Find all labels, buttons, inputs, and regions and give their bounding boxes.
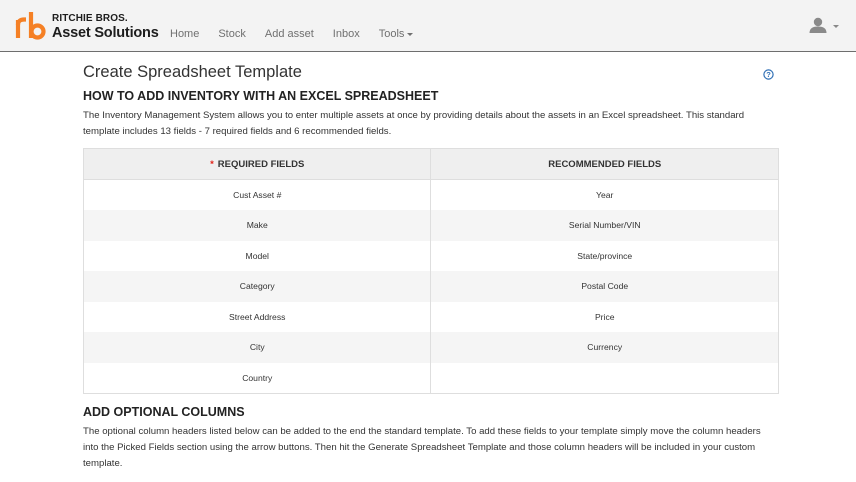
required-field-cell: Model (82, 240, 432, 271)
svg-text:?: ? (766, 70, 771, 79)
recommended-field-cell: Year (430, 179, 779, 210)
recommended-field-cell: Serial Number/VIN (430, 210, 779, 241)
recommended-fields-header: RECOMMENDED FIELDS (430, 148, 779, 180)
how-to-description: The Inventory Management System allows y… (83, 110, 745, 137)
optional-columns-heading: ADD OPTIONAL COLUMNS (83, 405, 245, 419)
recommended-field-cell: Postal Code (430, 271, 779, 302)
required-field-cell: Category (82, 271, 432, 302)
brand-name-line1: RITCHIE BROS. (52, 13, 128, 24)
optional-columns-description: The optional column headers listed below… (83, 426, 761, 469)
required-field-cell: Make (82, 210, 432, 241)
table-row: Cust Asset # Year (82, 179, 779, 210)
recommended-field-cell: Price (430, 301, 779, 332)
chevron-down-icon (407, 32, 414, 36)
user-icon (809, 17, 827, 33)
required-asterisk: * (210, 158, 214, 170)
user-menu-dropdown[interactable] (809, 17, 839, 33)
table-row: Make Serial Number/VIN (82, 210, 779, 241)
table-row: Country (82, 362, 779, 393)
nav-tools-dropdown[interactable]: Tools (379, 28, 414, 40)
rb-logo-icon (15, 12, 46, 40)
nav-stock[interactable]: Stock (218, 28, 246, 40)
recommended-field-cell: Currency (430, 332, 779, 363)
required-field-cell: Cust Asset # (82, 179, 432, 210)
question-circle-icon[interactable]: ? (763, 69, 774, 80)
required-fields-header-label: REQUIRED FIELDS (217, 158, 305, 170)
table-row: Model State/province (82, 240, 779, 271)
required-field-cell: City (82, 332, 432, 363)
chevron-down-icon (833, 24, 839, 28)
nav-home[interactable]: Home (170, 28, 199, 40)
template-fields-table: * REQUIRED FIELDS RECOMMENDED FIELDS Cust… (82, 148, 779, 394)
main-nav: Home Stock Add asset Inbox Tools (170, 28, 432, 40)
required-field-cell: Country (82, 362, 432, 393)
recommended-field-cell (430, 362, 779, 393)
nav-add-asset[interactable]: Add asset (265, 28, 314, 40)
required-fields-header: * REQUIRED FIELDS (82, 148, 432, 180)
how-to-heading: HOW TO ADD INVENTORY WITH AN EXCEL SPREA… (83, 89, 439, 103)
table-row: City Currency (82, 332, 779, 363)
brand-logo[interactable]: RITCHIE BROS. Asset Solutions (15, 11, 159, 41)
required-field-cell: Street Address (82, 301, 432, 332)
recommended-field-cell: State/province (430, 240, 779, 271)
page-title: Create Spreadsheet Template (83, 63, 302, 81)
top-navbar: RITCHIE BROS. Asset Solutions Home Stock… (0, 0, 856, 52)
table-header-row: * REQUIRED FIELDS RECOMMENDED FIELDS (82, 148, 779, 180)
table-row: Category Postal Code (82, 271, 779, 302)
brand-name-line2: Asset Solutions (52, 25, 159, 41)
table-row: Street Address Price (82, 301, 779, 332)
nav-tools-label: Tools (378, 28, 405, 40)
nav-inbox[interactable]: Inbox (333, 28, 360, 40)
